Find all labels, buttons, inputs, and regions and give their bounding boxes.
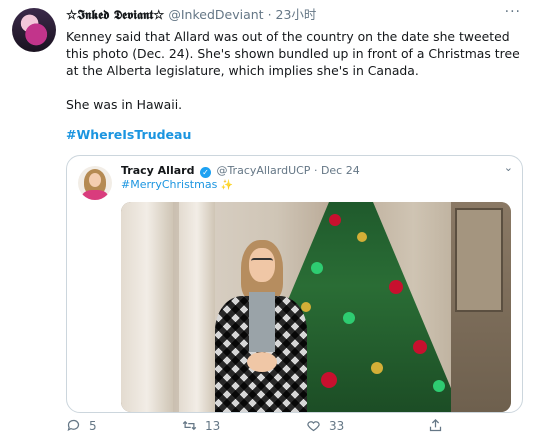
- quoted-display-name[interactable]: Tracy Allard: [121, 164, 194, 177]
- photo-pillar: [179, 202, 215, 412]
- quoted-hashtag-line: #MerryChristmas ✨: [121, 178, 233, 193]
- quoted-user-handle[interactable]: @TracyAllardUCP: [216, 164, 310, 177]
- quoted-user-avatar[interactable]: [78, 166, 112, 200]
- like-count: 33: [329, 418, 345, 433]
- separator-dot: ·: [267, 7, 272, 22]
- reply-count: 5: [89, 418, 97, 433]
- tweet-photo[interactable]: [121, 202, 511, 412]
- share-icon: [429, 418, 442, 432]
- tweet-actions: 5 13 33: [66, 418, 466, 438]
- retweet-count: 13: [205, 418, 221, 433]
- photo-person: [211, 240, 311, 412]
- tweet-body: Kenney said that Allard was out of the c…: [66, 28, 521, 113]
- verified-badge-icon: ✓: [199, 167, 211, 178]
- sparkle-icon: ✨: [220, 180, 234, 191]
- quoted-tweet-header: Tracy Allard ✓ @TracyAllardUCP · Dec 24: [121, 164, 360, 178]
- hashtag-link[interactable]: #WhereIsTrudeau: [66, 127, 191, 142]
- tweet-timestamp[interactable]: 23小时: [276, 7, 317, 22]
- display-name[interactable]: ☆𝕴𝖓𝖐𝖊𝖉 𝕯𝖊𝖛𝖎𝖆𝖓𝖙☆: [66, 7, 164, 22]
- chevron-down-icon[interactable]: ⌄: [504, 161, 513, 174]
- share-button[interactable]: [428, 418, 443, 433]
- reply-icon: [67, 419, 80, 432]
- photo-wall-panel: [451, 202, 511, 412]
- user-handle[interactable]: @InkedDeviant: [168, 7, 263, 22]
- more-options-icon[interactable]: ···: [505, 4, 521, 20]
- separator-dot: ·: [313, 164, 318, 177]
- quoted-hashtag-link[interactable]: #MerryChristmas: [121, 178, 217, 191]
- tweet-paragraph: She was in Hawaii.: [66, 97, 183, 112]
- heart-icon: [307, 421, 320, 432]
- retweet-button[interactable]: 13: [182, 418, 220, 433]
- photo-pillar: [121, 202, 173, 412]
- like-button[interactable]: 33: [306, 418, 344, 433]
- user-avatar[interactable]: [12, 8, 56, 52]
- reply-button[interactable]: 5: [66, 418, 97, 433]
- quoted-tweet-date[interactable]: Dec 24: [321, 164, 360, 177]
- tweet-header: ☆𝕴𝖓𝖐𝖊𝖉 𝕯𝖊𝖛𝖎𝖆𝖓𝖙☆ @InkedDeviant · 23小时: [66, 7, 316, 23]
- tweet-paragraph: Kenney said that Allard was out of the c…: [66, 29, 520, 78]
- quoted-tweet-card[interactable]: Tracy Allard ✓ @TracyAllardUCP · Dec 24 …: [66, 155, 523, 413]
- retweet-icon: [182, 420, 197, 431]
